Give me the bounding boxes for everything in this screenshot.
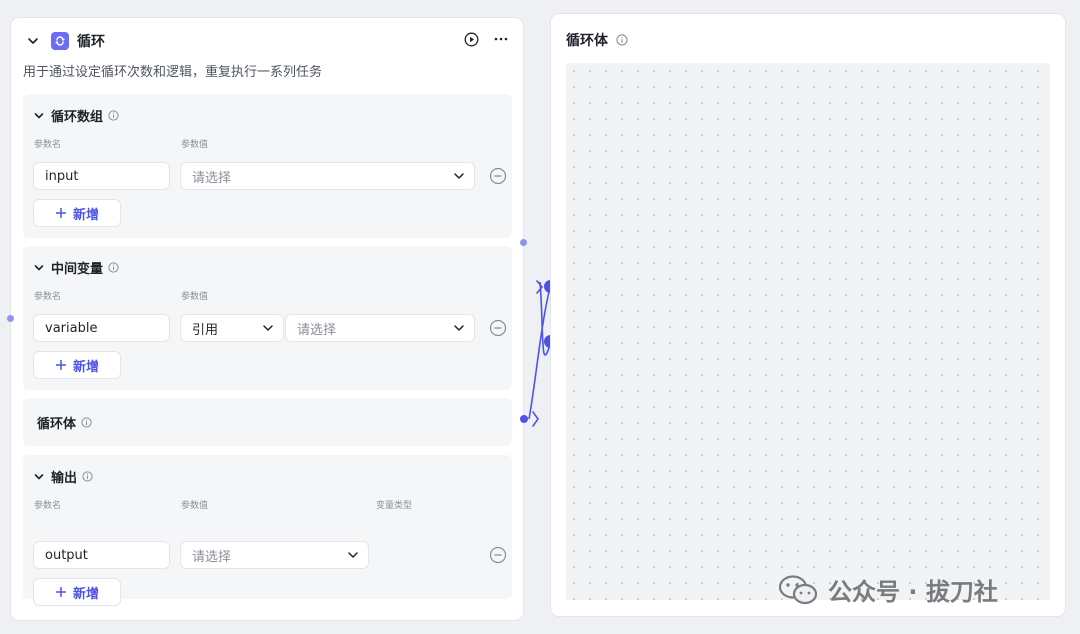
loop-body-node[interactable]: 循环体 <box>551 14 1065 616</box>
info-icon[interactable] <box>616 34 628 46</box>
node-title: 循环体 <box>566 33 608 49</box>
watermark: 公众号 · 拔刀社 <box>778 572 998 607</box>
loop-body-canvas[interactable] <box>566 63 1050 600</box>
watermark-text: 公众号 · 拔刀社 <box>828 578 998 606</box>
wechat-icon <box>778 574 820 606</box>
